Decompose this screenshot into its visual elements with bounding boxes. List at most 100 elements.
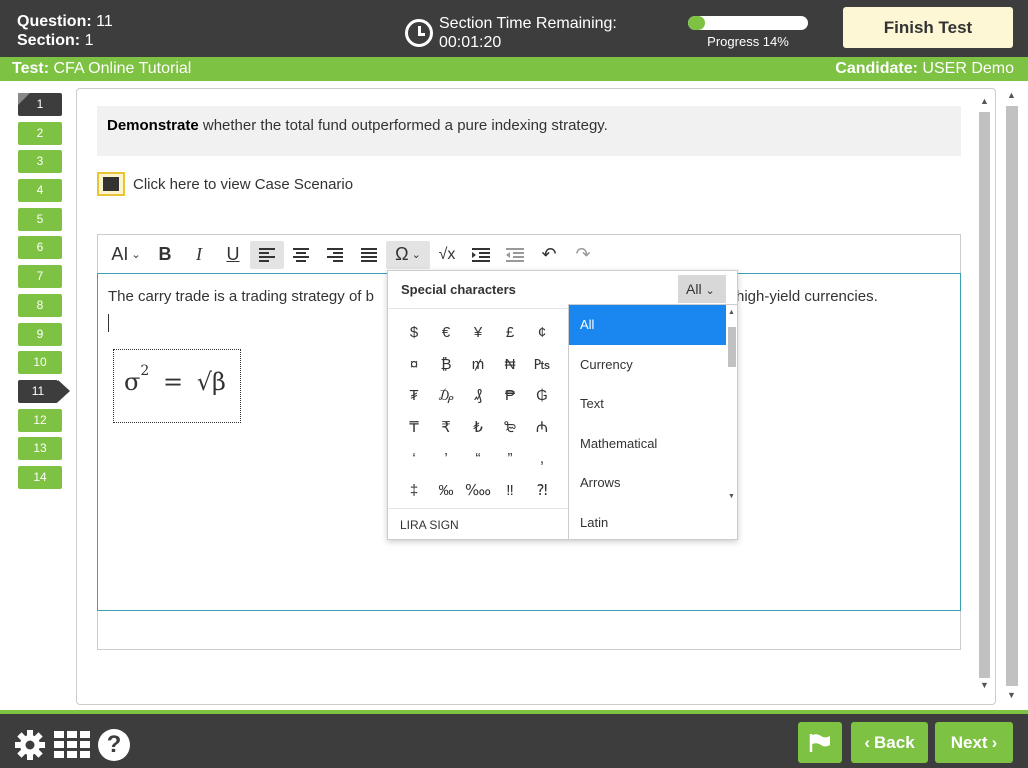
outdent-button[interactable] [498, 241, 532, 269]
scroll-up-icon[interactable]: ▲ [1007, 90, 1016, 100]
bold-button[interactable]: B [148, 241, 182, 269]
char-cell[interactable]: ‼ [494, 482, 526, 499]
question-nav-item[interactable]: 10 [18, 351, 62, 375]
test-label: Test: [12, 60, 50, 77]
scroll-up-icon[interactable]: ▲ [728, 309, 735, 316]
next-button[interactable]: Next › [935, 722, 1013, 763]
char-cell[interactable]: ‘ [398, 450, 430, 467]
align-left-icon [259, 247, 275, 262]
char-cell[interactable]: ₻ [494, 417, 526, 437]
grid-icon[interactable] [54, 731, 90, 758]
char-cell[interactable]: € [430, 324, 462, 341]
scroll-down-icon[interactable]: ▼ [1007, 690, 1016, 700]
prompt-command-word: Demonstrate [107, 117, 199, 134]
scroll-down-icon[interactable]: ▼ [980, 680, 989, 690]
align-center-button[interactable] [284, 241, 318, 269]
char-cell[interactable]: ₿ [430, 356, 462, 373]
align-center-icon [293, 247, 309, 262]
panel-scrollbar[interactable]: ▲ ▼ [977, 96, 991, 696]
char-cell[interactable]: , [526, 450, 558, 467]
scrollbar-thumb[interactable] [1006, 106, 1018, 686]
scroll-up-icon[interactable]: ▲ [980, 96, 989, 106]
char-cell[interactable]: ‱ [462, 481, 494, 499]
char-cell[interactable]: ₺ [462, 418, 494, 436]
char-cell[interactable]: ₼ [526, 417, 558, 437]
justify-button[interactable] [352, 241, 386, 269]
editor-toolbar: AI ⌄ B I U Ω ⌄ √x ↶ ↷ [97, 234, 961, 274]
char-cell[interactable]: ’ [430, 450, 462, 467]
align-right-button[interactable] [318, 241, 352, 269]
question-nav-item[interactable]: 4 [18, 179, 62, 203]
indent-icon [472, 247, 490, 262]
finish-test-button[interactable]: Finish Test [843, 7, 1013, 48]
question-nav-item[interactable]: 3 [18, 150, 62, 174]
undo-icon: ↶ [541, 244, 557, 264]
back-label: Back [874, 732, 915, 752]
question-nav-item[interactable]: 5 [18, 207, 62, 231]
case-scenario-link[interactable]: Click here to view Case Scenario [97, 172, 353, 196]
special-characters-button[interactable]: Ω ⌄ [386, 240, 430, 269]
question-nav-item[interactable]: 2 [18, 121, 62, 145]
back-button[interactable]: ‹ Back [851, 722, 928, 763]
char-cell[interactable]: ” [494, 450, 526, 467]
indent-button[interactable] [464, 241, 498, 269]
char-cell[interactable]: “ [462, 450, 494, 467]
redo-icon: ↷ [575, 244, 591, 264]
char-cell[interactable]: ₹ [430, 418, 462, 436]
char-cell[interactable]: ₮ [398, 387, 430, 404]
char-cell[interactable]: ₸ [398, 418, 430, 436]
char-cell[interactable]: ¥ [462, 324, 494, 341]
scroll-down-icon[interactable]: ▼ [728, 493, 735, 500]
char-cell[interactable]: ⁈ [526, 481, 558, 499]
italic-button[interactable]: I [182, 241, 216, 269]
char-cell[interactable]: ¢ [526, 324, 558, 341]
question-nav-item[interactable]: 13 [18, 437, 62, 461]
question-nav-item-current[interactable]: 11 [18, 379, 70, 403]
category-option-arrows[interactable]: Arrows [569, 463, 726, 503]
formula-equals: = [162, 368, 184, 396]
char-cell[interactable]: ₱ [494, 387, 526, 404]
test-info-bar: Test: CFA Online Tutorial Candidate: USE… [0, 57, 1028, 81]
category-option-currency[interactable]: Currency [569, 345, 726, 385]
question-nav-item[interactable]: 7 [18, 265, 62, 289]
gear-icon[interactable] [14, 729, 46, 761]
help-icon[interactable]: ? [98, 729, 130, 761]
chevron-down-icon: ⌄ [131, 249, 141, 261]
question-nav-item[interactable]: 1 [18, 93, 62, 116]
flag-button[interactable] [798, 722, 842, 763]
font-size-button[interactable]: AI ⌄ [104, 241, 148, 269]
category-filter-select[interactable]: All ⌄ [678, 275, 726, 303]
char-cell[interactable]: ₯ [430, 387, 462, 404]
char-cell[interactable]: ₰ [462, 387, 494, 404]
page-scrollbar[interactable]: ▲ ▼ [1004, 88, 1020, 703]
category-option-text[interactable]: Text [569, 384, 726, 424]
char-cell[interactable]: ₦ [494, 356, 526, 373]
question-nav-item[interactable]: 12 [18, 408, 62, 432]
char-cell[interactable]: ₲ [526, 387, 558, 404]
question-nav-item[interactable]: 9 [18, 322, 62, 346]
category-option-all[interactable]: All [569, 305, 726, 345]
char-cell[interactable]: ₥ [462, 356, 494, 373]
question-nav-item[interactable]: 8 [18, 293, 62, 317]
dropdown-scrollbar[interactable]: ▲ ▼ [727, 305, 737, 505]
char-cell[interactable]: ¤ [398, 356, 430, 373]
question-label: Question: [17, 13, 92, 30]
align-left-button[interactable] [250, 240, 284, 269]
undo-button[interactable]: ↶ [532, 241, 566, 269]
formula-exponent: 2 [140, 363, 150, 379]
char-cell[interactable]: ‡ [398, 482, 430, 499]
formula-object[interactable]: σ2 = √β [113, 349, 241, 423]
category-option-latin[interactable]: Latin [569, 503, 726, 543]
scrollbar-thumb[interactable] [979, 112, 990, 678]
char-cell[interactable]: £ [494, 324, 526, 341]
char-cell[interactable]: $ [398, 324, 430, 341]
category-option-mathematical[interactable]: Mathematical [569, 424, 726, 464]
char-cell[interactable]: ₧ [526, 356, 558, 373]
redo-button[interactable]: ↷ [566, 241, 600, 269]
char-cell[interactable]: ‰ [430, 482, 462, 499]
underline-button[interactable]: U [216, 241, 250, 269]
question-nav-item[interactable]: 14 [18, 465, 62, 489]
question-nav-item[interactable]: 6 [18, 236, 62, 260]
formula-button[interactable]: √x [430, 241, 464, 269]
scrollbar-thumb[interactable] [728, 327, 736, 367]
